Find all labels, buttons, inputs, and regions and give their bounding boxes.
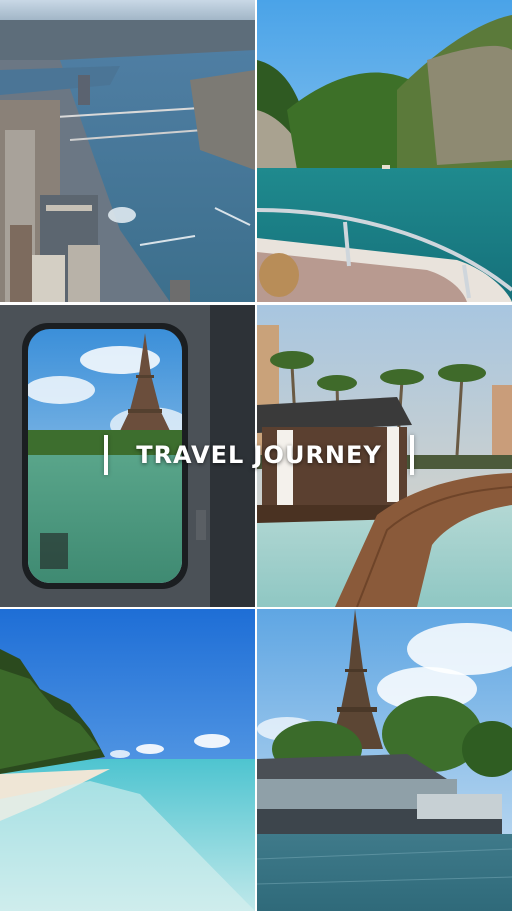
photo-boat-lake [257,0,512,302]
photo-aerial-city [0,0,255,302]
photo-tropical-beach [0,609,255,911]
title-overlay: TRAVEL JOURNEY [104,433,414,477]
title-text: TRAVEL JOURNEY [136,441,382,469]
photo-eiffel-river [257,609,512,911]
title-bracket-right [410,435,414,475]
collage: TRAVEL JOURNEY [0,0,512,911]
